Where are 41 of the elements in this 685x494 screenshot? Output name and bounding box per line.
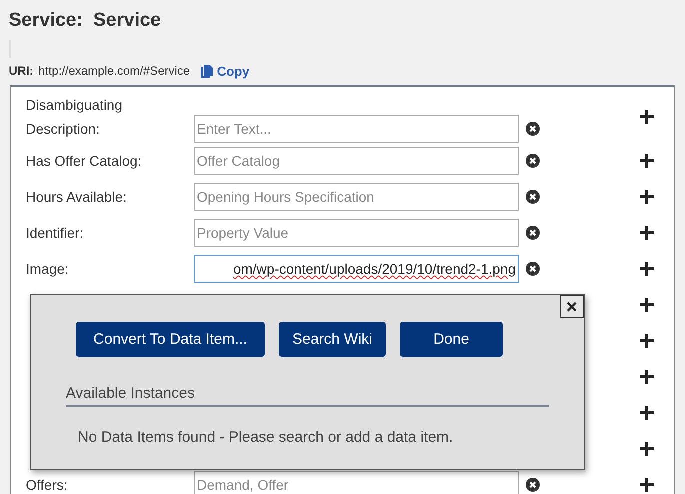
add-icon[interactable] <box>640 406 654 420</box>
close-button[interactable] <box>560 295 584 318</box>
copy-link[interactable]: Copy <box>201 64 250 78</box>
add-icon[interactable] <box>640 110 654 124</box>
field-label: Has Offer Catalog: <box>26 152 143 171</box>
add-icon[interactable] <box>640 334 654 348</box>
empty-message: No Data Items found - Please search or add a data item. <box>77 428 454 446</box>
clear-icon[interactable] <box>526 190 540 204</box>
input-field[interactable]: Property Value <box>194 219 519 247</box>
dialog-button[interactable]: Done <box>400 322 503 357</box>
clear-icon[interactable] <box>526 262 540 276</box>
add-icon[interactable] <box>640 190 654 204</box>
field-label: Identifier: <box>26 224 85 243</box>
field-label: Hours Available: <box>26 188 128 207</box>
section-heading: Available Instances <box>66 385 549 407</box>
field-label: Image: <box>26 260 70 279</box>
dialog-button[interactable]: Convert To Data Item... <box>76 322 265 357</box>
add-icon[interactable] <box>640 298 654 312</box>
clear-icon[interactable] <box>526 478 540 492</box>
uri-label: URI: <box>9 64 34 78</box>
add-icon[interactable] <box>640 478 654 492</box>
uri-value: http://example.com/#Service <box>38 64 190 78</box>
page-title: Service: Service <box>8 9 162 33</box>
field-label: Offers: <box>26 476 69 494</box>
dialog-button[interactable]: Search Wiki <box>279 322 386 357</box>
clear-icon[interactable] <box>526 154 540 168</box>
field-label: Disambiguating Description: <box>26 96 124 139</box>
input-field[interactable]: Enter Text... <box>194 115 519 143</box>
input-field[interactable]: Offer Catalog <box>194 147 519 175</box>
add-icon[interactable] <box>640 262 654 276</box>
input-field[interactable]: om/wp-content/uploads/2019/10/trend2-1.png <box>194 255 519 283</box>
add-icon[interactable] <box>640 154 654 168</box>
add-icon[interactable] <box>640 226 654 240</box>
add-icon[interactable] <box>640 370 654 384</box>
add-icon[interactable] <box>640 442 654 456</box>
input-field[interactable]: Demand, Offer <box>194 471 519 494</box>
clear-icon[interactable] <box>526 122 540 136</box>
clear-icon[interactable] <box>526 226 540 240</box>
close-icon <box>567 302 577 312</box>
copy-icon <box>201 64 214 78</box>
input-field[interactable]: Opening Hours Specification <box>194 183 519 211</box>
